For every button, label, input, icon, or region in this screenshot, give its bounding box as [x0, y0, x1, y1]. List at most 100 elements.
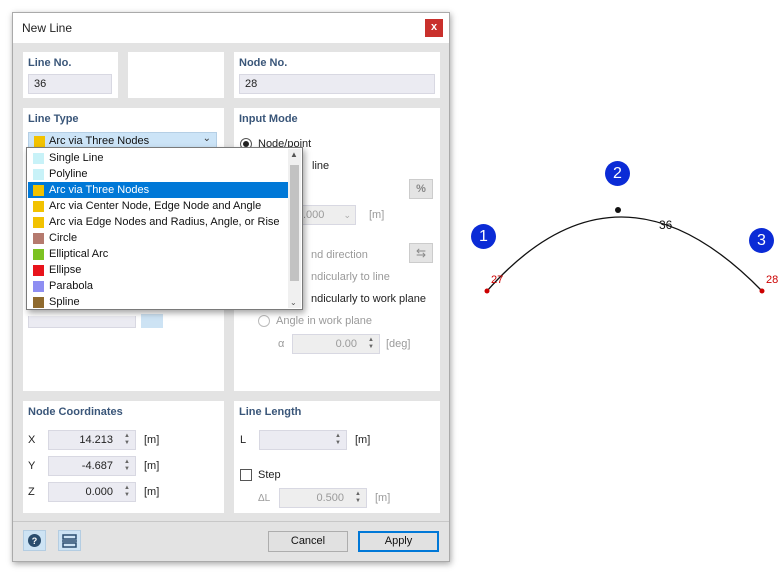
alpha-label: α	[278, 338, 285, 350]
combo-color-swatch	[34, 136, 45, 147]
z-unit: [m]	[144, 486, 160, 498]
length-unit: [m]	[369, 209, 385, 221]
list-item[interactable]: Arc via Center Node, Edge Node and Angle	[28, 198, 288, 214]
delta-spinner[interactable]: ▲ ▼	[354, 491, 362, 505]
apply-button[interactable]: Apply	[358, 531, 439, 552]
color-swatch	[33, 169, 44, 180]
list-item[interactable]: Elliptical Arc	[28, 246, 288, 262]
scroll-down-icon[interactable]: ⌄	[290, 298, 297, 307]
left-node-point[interactable]	[484, 288, 490, 294]
l-label: L	[240, 434, 247, 446]
delta-field[interactable]: 0.500 ▲ ▼	[279, 488, 367, 508]
list-item[interactable]: Polyline	[28, 166, 288, 182]
blank-panel	[128, 52, 224, 98]
close-button[interactable]: x	[425, 19, 443, 37]
step-label: Step	[258, 469, 281, 481]
node-no-panel: Node No. 28	[234, 52, 440, 98]
l-unit: [m]	[355, 434, 371, 446]
color-swatch	[33, 201, 44, 212]
direction-label: nd direction	[311, 249, 368, 261]
color-swatch	[33, 265, 44, 276]
l-spinner[interactable]: ▲ ▼	[334, 433, 342, 447]
y-spinner[interactable]: ▲ ▼	[123, 459, 131, 473]
dialog-titlebar: New Line x	[13, 13, 449, 43]
l-field[interactable]: ▲ ▼	[259, 430, 347, 450]
help-button[interactable]: ?	[23, 530, 46, 551]
color-swatch	[33, 233, 44, 244]
list-item[interactable]: Spline	[28, 294, 288, 310]
alpha-field[interactable]: 0.00 ▲ ▼	[292, 334, 380, 354]
z-field[interactable]: 0.000 ▲ ▼	[48, 482, 136, 502]
line-no-field[interactable]: 36	[28, 74, 112, 94]
list-item[interactable]: Single Line	[28, 150, 288, 166]
line-type-dropdown: Single Line Polyline Arc via Three Nodes…	[26, 147, 303, 310]
node-27-label: 27	[491, 274, 504, 286]
node-no-field[interactable]: 28	[239, 74, 435, 94]
scrollbar-thumb[interactable]	[290, 165, 299, 281]
perp-plane-label: ndicularly to work plane	[311, 293, 426, 305]
point-badge-3: 3	[749, 228, 774, 253]
right-node-point[interactable]	[759, 288, 765, 294]
list-item[interactable]: Arc via Edge Nodes and Radius, Angle, or…	[28, 214, 288, 230]
alpha-spinner[interactable]: ▲ ▼	[367, 337, 375, 351]
x-label: X	[28, 434, 36, 446]
x-unit: [m]	[144, 434, 160, 446]
help-icon: ?	[28, 534, 41, 547]
line-no-title: Line No.	[28, 57, 72, 69]
line-length-title: Line Length	[239, 406, 302, 418]
color-swatch	[33, 281, 44, 292]
list-item[interactable]: Circle	[28, 230, 288, 246]
dropdown-scrollbar[interactable]: ▲ ⌄	[288, 149, 301, 308]
color-swatch	[33, 249, 44, 260]
x-field[interactable]: 14.213 ▲ ▼	[48, 430, 136, 450]
x-spinner[interactable]: ▲ ▼	[123, 433, 131, 447]
length-field[interactable]: .000 ⌄	[300, 205, 356, 225]
cancel-button[interactable]: Cancel	[268, 531, 348, 552]
y-label: Y	[28, 460, 36, 472]
color-swatch	[33, 185, 44, 196]
arc-line-36[interactable]	[486, 216, 763, 292]
svg-text:?: ?	[32, 536, 38, 546]
swap-icon[interactable]: ⇆	[409, 243, 433, 263]
alpha-unit: [deg]	[386, 338, 411, 350]
line-option-label: line	[312, 160, 330, 172]
scroll-up-icon[interactable]: ▲	[290, 150, 298, 159]
chevron-down-icon[interactable]: ⌄	[203, 133, 211, 144]
angle-work-plane-label: Angle in work plane	[276, 315, 373, 327]
dialog-title: New Line	[22, 21, 73, 35]
list-item[interactable]: Ellipse	[28, 262, 288, 278]
y-field[interactable]: -4.687 ▲ ▼	[48, 456, 136, 476]
step-checkbox[interactable]	[240, 469, 252, 481]
line-number-label: 36	[659, 218, 673, 232]
delta-label: ΔL	[258, 493, 271, 504]
line-type-title: Line Type	[28, 113, 79, 125]
footer-divider	[13, 521, 449, 522]
mid-node-point[interactable]	[615, 207, 621, 213]
line-no-panel: Line No. 36	[23, 52, 118, 98]
perp-line-label: ndicularly to line	[311, 271, 390, 283]
pick-node-button[interactable]	[58, 530, 81, 551]
node-no-title: Node No.	[239, 57, 288, 69]
input-mode-title: Input Mode	[239, 113, 298, 125]
delta-unit: [m]	[375, 492, 391, 504]
color-swatch	[33, 217, 44, 228]
z-label: Z	[28, 486, 35, 498]
y-unit: [m]	[144, 460, 160, 472]
combo-selected-label: Arc via Three Nodes	[49, 135, 150, 147]
pick-node-icon	[62, 534, 77, 548]
node-coordinates-panel: Node Coordinates X 14.213 ▲ ▼ [m] Y -4.68…	[23, 401, 224, 513]
color-swatch	[33, 297, 44, 308]
hidden-field-stub	[28, 316, 136, 328]
node-28-label: 28	[766, 274, 779, 286]
color-swatch	[33, 153, 44, 164]
point-badge-1: 1	[471, 224, 496, 249]
point-badge-2: 2	[605, 161, 630, 186]
z-spinner[interactable]: ▲ ▼	[123, 485, 131, 499]
percent-icon[interactable]: %	[409, 179, 433, 199]
list-item[interactable]: Parabola	[28, 278, 288, 294]
angle-work-plane-radio[interactable]	[258, 315, 270, 327]
list-item-selected[interactable]: Arc via Three Nodes	[28, 182, 288, 198]
percent-button-stub[interactable]	[141, 314, 163, 328]
node-coordinates-title: Node Coordinates	[28, 406, 123, 418]
line-length-panel: Line Length L ▲ ▼ [m] Step ΔL 0.500 ▲ ▼ [m…	[234, 401, 440, 513]
